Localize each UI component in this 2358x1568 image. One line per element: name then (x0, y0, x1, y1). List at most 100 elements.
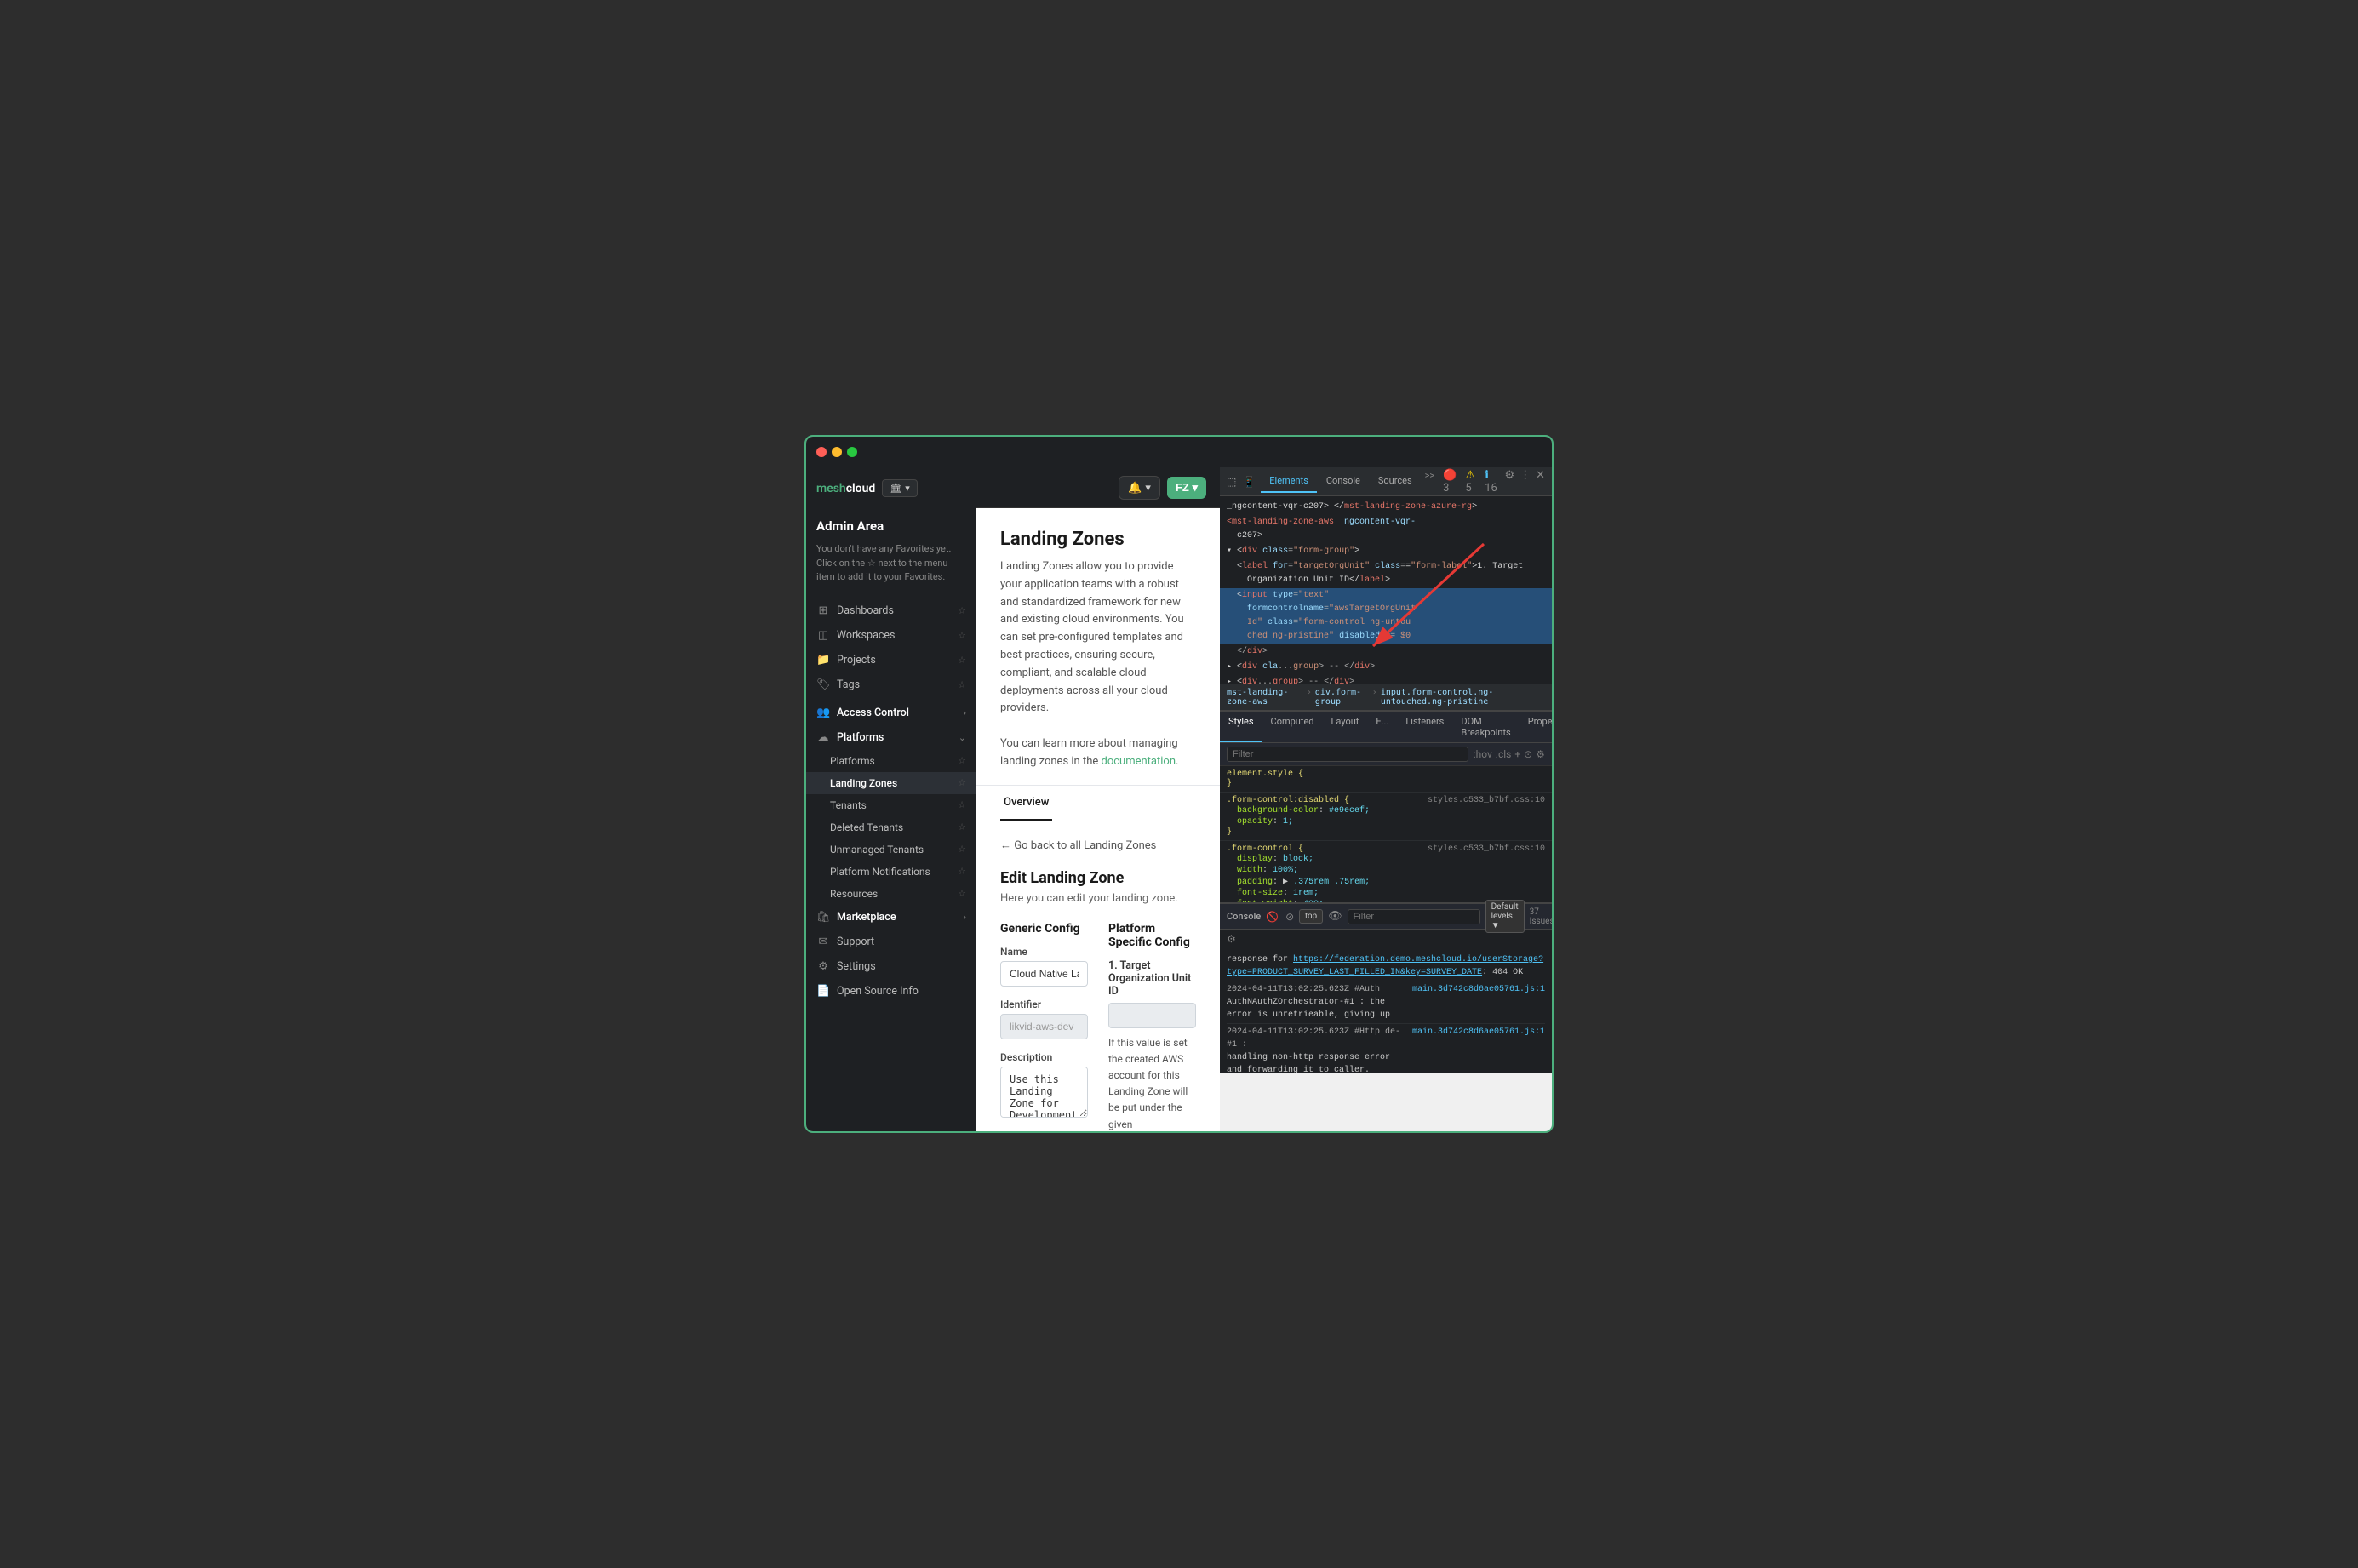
devtools-tab-elements[interactable]: Elements (1261, 470, 1317, 493)
breadcrumb-item[interactable]: mst-landing-zone-aws (1227, 688, 1303, 707)
user-avatar-button[interactable]: FZ ▾ (1167, 477, 1206, 499)
minimize-button[interactable] (832, 447, 842, 457)
sidebar-item-label: Open Source Info (837, 985, 919, 998)
tab-overview[interactable]: Overview (1000, 786, 1052, 821)
html-line[interactable]: ▸ <div...group> -- </div> (1220, 675, 1552, 684)
console-filter-input[interactable] (1348, 909, 1480, 924)
sidebar-item-unmanaged-tenants[interactable]: Unmanaged Tenants ☆ (806, 838, 976, 861)
sidebar-sub-label: Landing Zones (830, 777, 897, 789)
cls-filter[interactable]: .cls (1496, 748, 1512, 760)
styles-filter-input[interactable] (1227, 747, 1468, 762)
devtools-more-tabs[interactable]: >> (1422, 470, 1439, 493)
name-input[interactable] (1000, 961, 1088, 987)
console-gear[interactable]: ⚙ (1220, 930, 1552, 948)
inspect-icon[interactable]: ⬚ (1227, 476, 1236, 488)
console-clear-icon[interactable]: 🚫 (1266, 911, 1279, 923)
settings-icon[interactable]: ⚙ (1504, 469, 1514, 495)
sidebar-item-tenants[interactable]: Tenants ☆ (806, 794, 976, 816)
styles-tab-styles[interactable]: Styles (1220, 712, 1262, 742)
favorite-star[interactable]: ☆ (958, 755, 966, 766)
description-textarea[interactable]: Use this Landing Zone for Development Wo… (1000, 1067, 1088, 1118)
breadcrumb-sep: › (1372, 688, 1377, 707)
console-top-button[interactable]: top (1299, 909, 1323, 924)
styles-tab-computed[interactable]: Computed (1262, 712, 1323, 742)
sidebar: meshcloud 🏛 ▾ Admin Area You don't have … (806, 467, 976, 1131)
close-devtools-icon[interactable]: ✕ (1536, 469, 1545, 495)
form-columns: Generic Config Name Identifier Descripti (1000, 922, 1196, 1131)
sidebar-item-tags[interactable]: 🏷 Tags ☆ (806, 672, 976, 697)
sidebar-item-label: Settings (837, 960, 876, 973)
identifier-input[interactable] (1000, 1014, 1088, 1039)
console-levels[interactable]: Default levels ▼ (1485, 900, 1525, 933)
styles-tab-layout[interactable]: Layout (1323, 712, 1368, 742)
maximize-button[interactable] (847, 447, 857, 457)
toggle-icon[interactable]: ⊙ (1524, 748, 1532, 760)
favorite-star[interactable]: ☆ (958, 605, 966, 616)
settings2-icon[interactable]: ⚙ (1536, 748, 1545, 760)
console-filter-icon[interactable]: ⊘ (1285, 911, 1294, 923)
sidebar-item-platforms-header[interactable]: ☁ Platforms ⌄ (806, 725, 976, 750)
favorite-star[interactable]: ☆ (958, 630, 966, 641)
sidebar-item-label: Marketplace (837, 911, 896, 924)
org-selector[interactable]: 🏛 ▾ (882, 479, 918, 497)
documentation-link[interactable]: documentation (1101, 755, 1176, 768)
favorite-star[interactable]: ☆ (958, 679, 966, 690)
console-link[interactable]: https://federation.demo.meshcloud.io/use… (1227, 955, 1543, 977)
sidebar-item-access-control[interactable]: 👥 Access Control › (806, 701, 976, 725)
more-options-icon[interactable]: ⋮ (1520, 469, 1531, 495)
html-line[interactable]: <label for="targetOrgUnit" class=="form-… (1220, 559, 1552, 588)
sidebar-item-dashboards[interactable]: ⊞ Dashboards ☆ (806, 598, 976, 623)
console-line: response for https://federation.demo.mes… (1227, 952, 1545, 981)
sidebar-item-workspaces[interactable]: ◫ Workspaces ☆ (806, 623, 976, 648)
favorite-star[interactable]: ☆ (958, 844, 966, 855)
html-line-selected[interactable]: <input type="text" formcontrolname="awsT… (1220, 588, 1552, 644)
workspaces-icon: ◫ (816, 629, 830, 642)
notifications-button[interactable]: 🔔 ▾ (1119, 476, 1160, 500)
sidebar-item-settings[interactable]: ⚙ Settings (806, 954, 976, 979)
sidebar-item-platform-notifications[interactable]: Platform Notifications ☆ (806, 861, 976, 883)
marketplace-icon: 🛍 (816, 911, 830, 924)
styles-tab-dom-breakpoints2[interactable]: DOM Breakpoints (1452, 712, 1519, 742)
breadcrumb-item[interactable]: input.form-control.ng-untouched.ng-prist… (1381, 688, 1545, 707)
styles-tab-event-listeners[interactable]: E... (1367, 712, 1397, 742)
favorite-star[interactable]: ☆ (958, 655, 966, 666)
favorite-star[interactable]: ☆ (958, 866, 966, 877)
sidebar-item-landing-zones[interactable]: Landing Zones ☆ (806, 772, 976, 794)
bell-icon: 🔔 (1128, 481, 1142, 495)
devtools-html-tree: _ngcontent-vqr-c207> </mst-landing-zone-… (1220, 496, 1552, 684)
styles-tab-properties[interactable]: Properties (1520, 712, 1552, 742)
html-line[interactable]: </div> (1220, 644, 1552, 660)
sidebar-item-open-source-info[interactable]: 📄 Open Source Info (806, 979, 976, 1004)
styles-tab-dom-breakpoints[interactable]: Listeners (1397, 712, 1452, 742)
settings-icon: ⚙ (816, 960, 830, 973)
html-line[interactable]: ▾ <div class="form-group"> (1220, 544, 1552, 559)
favorite-star[interactable]: ☆ (958, 799, 966, 810)
back-link[interactable]: ← Go back to all Landing Zones (1000, 838, 1196, 852)
device-icon[interactable]: 📱 (1243, 476, 1256, 488)
breadcrumb-item[interactable]: div.form-group (1315, 688, 1369, 707)
favorite-star[interactable]: ☆ (958, 888, 966, 899)
sidebar-item-projects[interactable]: 📁 Projects ☆ (806, 648, 976, 672)
html-line[interactable]: ▸ <div cla...group> -- </div> (1220, 660, 1552, 675)
add-style-icon[interactable]: + (1514, 748, 1520, 760)
favorite-star[interactable]: ☆ (958, 777, 966, 788)
styles-tabs: Styles Computed Layout E... Listeners DO… (1220, 712, 1552, 743)
sidebar-item-marketplace[interactable]: 🛍 Marketplace › (806, 905, 976, 930)
page-description: Landing Zones allow you to provide your … (1000, 558, 1196, 771)
pseudo-filter[interactable]: :hov (1474, 748, 1492, 760)
sidebar-item-platforms[interactable]: Platforms ☆ (806, 750, 976, 772)
devtools-tab-console[interactable]: Console (1318, 470, 1369, 493)
close-button[interactable] (816, 447, 827, 457)
favorite-star[interactable]: ☆ (958, 821, 966, 833)
sidebar-item-deleted-tenants[interactable]: Deleted Tenants ☆ (806, 816, 976, 838)
console-line: 2024-04-11T13:02:25.623Z #Auth AuthNAuth… (1227, 981, 1545, 1024)
access-control-icon: 👥 (816, 707, 830, 719)
section1-input[interactable] (1108, 1003, 1196, 1028)
eye-icon[interactable]: 👁 (1328, 910, 1342, 923)
devtools-tab-sources[interactable]: Sources (1370, 470, 1421, 493)
sidebar-item-support[interactable]: ✉ Support (806, 930, 976, 954)
console-toolbar-icons: 🚫 ⊘ (1266, 911, 1294, 923)
html-line[interactable]: <mst-landing-zone-aws _ngcontent-vqr- c2… (1220, 515, 1552, 544)
avatar-label: FZ (1176, 481, 1189, 494)
sidebar-item-resources[interactable]: Resources ☆ (806, 883, 976, 905)
